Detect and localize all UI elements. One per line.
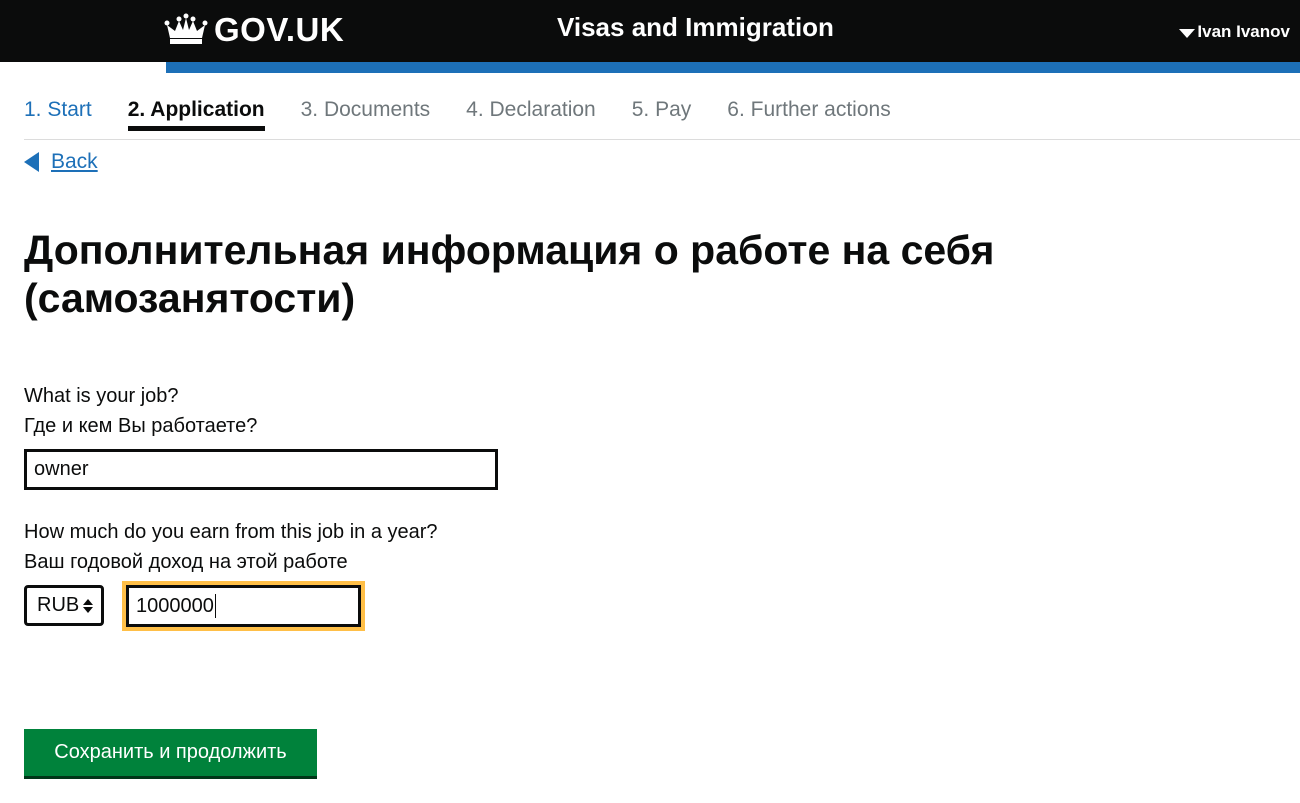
step-further-actions: 6. Further actions: [727, 98, 891, 121]
text-caret: [214, 594, 216, 618]
income-label-en: How much do you earn from this job in a …: [24, 521, 438, 543]
user-menu[interactable]: Ivan Ivanov: [1179, 22, 1290, 42]
govuk-logo-link[interactable]: GOV.UK: [164, 10, 344, 50]
currency-value: RUB: [37, 594, 80, 616]
progress-steps: 1. Start 2. Application 3. Documents 4. …: [24, 98, 927, 131]
save-and-continue-button[interactable]: Сохранить и продолжить: [24, 729, 317, 776]
step-pay: 5. Pay: [631, 98, 692, 121]
user-name: Ivan Ivanov: [1197, 22, 1290, 41]
income-amount-value: 1000000: [136, 594, 214, 617]
job-label-ru: Где и кем Вы работаете?: [24, 415, 258, 437]
back-link[interactable]: Back: [24, 150, 98, 174]
site-header: GOV.UK Visas and Immigration Ivan Ivanov: [0, 0, 1300, 62]
income-amount-input[interactable]: 1000000: [126, 585, 361, 627]
page-title: Дополнительная информация о работе на се…: [24, 227, 995, 321]
income-input-focus-ring: 1000000: [122, 581, 365, 631]
step-declaration: 4. Declaration: [466, 98, 596, 121]
dropdown-triangle-icon: [1179, 28, 1196, 38]
crown-icon: [164, 13, 208, 44]
steps-divider: [24, 139, 1300, 140]
service-name[interactable]: Visas and Immigration: [557, 12, 834, 43]
job-label: What is your job? Где и кем Вы работаете…: [24, 381, 257, 441]
header-accent-bar: [166, 62, 1300, 73]
back-link-label: Back: [51, 150, 98, 173]
income-label-ru: Ваш годовой доход на этой работе: [24, 551, 348, 573]
currency-select[interactable]: RUB: [24, 585, 104, 626]
step-start[interactable]: 1. Start: [24, 98, 92, 131]
step-documents: 3. Documents: [300, 98, 431, 121]
job-input[interactable]: [24, 449, 498, 490]
logo-text: GOV.UK: [214, 11, 345, 48]
back-arrow-icon: [24, 152, 39, 172]
income-label: How much do you earn from this job in a …: [24, 517, 438, 577]
select-arrows-icon: [83, 598, 94, 613]
job-label-en: What is your job?: [24, 385, 179, 407]
step-application[interactable]: 2. Application: [127, 98, 265, 131]
